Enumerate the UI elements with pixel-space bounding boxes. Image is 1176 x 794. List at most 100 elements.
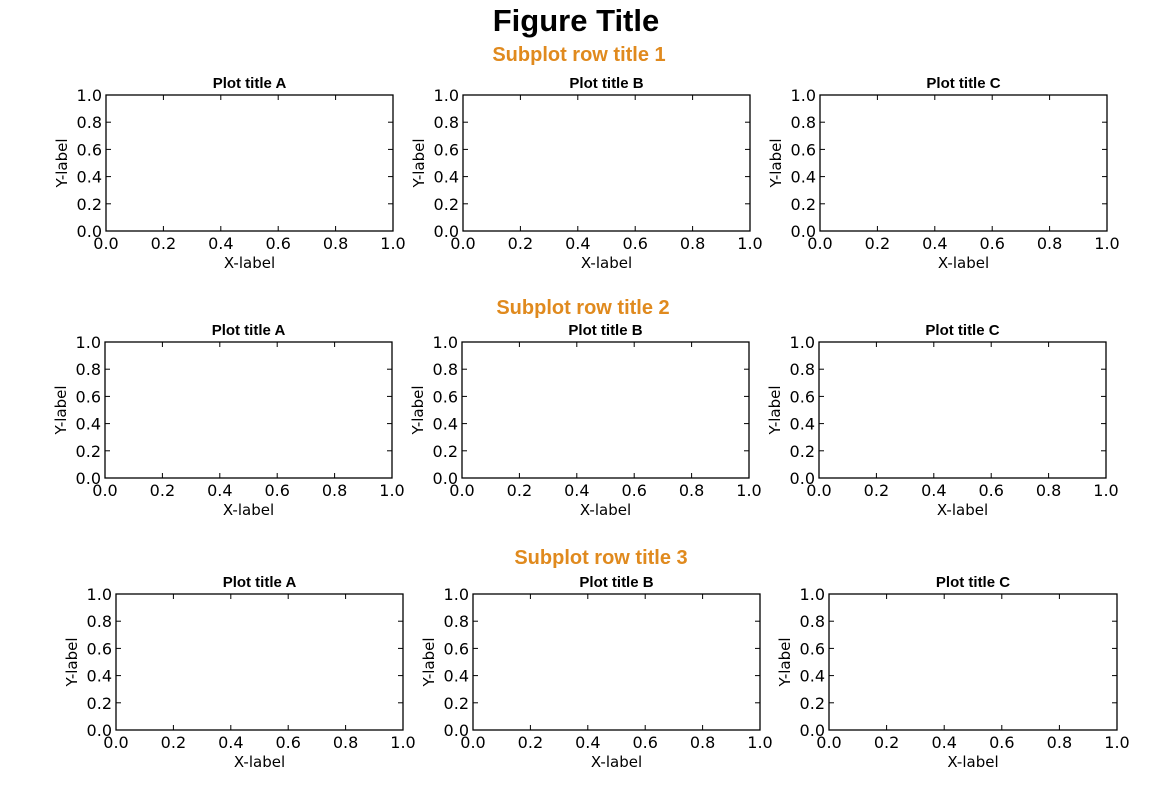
axes-frame [472, 593, 761, 731]
y-tick-label: 0.4 [77, 168, 102, 187]
x-tick-label: 1.0 [380, 234, 405, 253]
x-tick-label: 1.0 [1104, 733, 1129, 752]
y-tick-label: 1.0 [433, 333, 458, 352]
x-tick-label: 0.8 [1047, 733, 1072, 752]
x-axis-label: X-label [947, 753, 998, 771]
row-title-3: Subplot row title 3 [514, 547, 687, 569]
x-tick-label: 0.6 [264, 481, 289, 500]
x-tick-label: 1.0 [747, 733, 772, 752]
x-tick-label: 1.0 [737, 234, 762, 253]
x-tick-label: 0.4 [218, 733, 243, 752]
figure-title: Figure Title [493, 3, 660, 38]
y-tick-label: 0.0 [444, 721, 469, 740]
plot-title: Plot title C [936, 574, 1010, 591]
x-tick-label: 0.4 [921, 481, 946, 500]
x-tick-label: 0.8 [1036, 481, 1061, 500]
x-tick-label: 0.6 [275, 733, 300, 752]
y-tick-label: 0.6 [791, 140, 816, 159]
x-tick-label: 1.0 [1094, 234, 1119, 253]
y-tick-label: 0.2 [434, 195, 459, 214]
y-tick-label: 1.0 [87, 585, 112, 604]
x-tick-label: 1.0 [1093, 481, 1118, 500]
subplot-3-c: 0.0 0.2 0.4 0.6 0.8 1.00.00.20.40.60.81.0Plot… [776, 574, 1130, 771]
x-tick-label: 0.6 [978, 481, 1003, 500]
axes-frame [828, 593, 1118, 731]
x-tick-label: 0.4 [931, 733, 956, 752]
x-axis-label: X-label [223, 501, 274, 519]
x-tick-label: 0.2 [864, 481, 889, 500]
figure: Figure Title Subplot row title 1 Subplot … [52, 3, 1130, 771]
x-tick-label: 0.8 [322, 481, 347, 500]
x-tick-label: 0.6 [989, 733, 1014, 752]
y-tick-label: 0.4 [76, 415, 101, 434]
subplot-2-c: 0.0 0.2 0.4 0.6 0.8 1.00.00.20.40.60.81.0Plot… [766, 322, 1119, 519]
x-tick-label: 0.8 [679, 481, 704, 500]
y-tick-label: 0.4 [87, 667, 112, 686]
y-axis-label: Y-label [409, 385, 427, 435]
y-tick-label: 0.6 [87, 639, 112, 658]
y-tick-label: 0.0 [434, 222, 459, 241]
x-axis-label: X-label [591, 753, 642, 771]
y-axis-label: Y-label [776, 637, 794, 687]
x-tick-label: 0.8 [333, 733, 358, 752]
y-tick-label: 0.6 [800, 639, 825, 658]
x-tick-label: 0.2 [151, 234, 176, 253]
x-tick-label: 0.4 [922, 234, 947, 253]
x-tick-label: 0.8 [690, 733, 715, 752]
x-tick-label: 1.0 [736, 481, 761, 500]
y-tick-label: 0.6 [790, 387, 815, 406]
subplot-1-b: 0.0 0.2 0.4 0.6 0.8 1.00.00.20.40.60.81.0Plot… [410, 75, 763, 272]
y-tick-label: 0.2 [800, 694, 825, 713]
x-axis-label: X-label [234, 753, 285, 771]
y-tick-label: 0.0 [791, 222, 816, 241]
y-tick-label: 0.8 [87, 612, 112, 631]
y-tick-label: 0.0 [76, 469, 101, 488]
x-tick-label: 0.2 [518, 733, 543, 752]
y-axis-label: Y-label [766, 385, 784, 435]
y-axis-label: Y-label [410, 138, 428, 188]
plot-title: Plot title A [213, 75, 287, 92]
y-tick-label: 1.0 [444, 585, 469, 604]
axes-frame [462, 94, 751, 232]
x-tick-label: 0.2 [874, 733, 899, 752]
y-tick-label: 0.0 [433, 469, 458, 488]
row-title-1: Subplot row title 1 [492, 44, 665, 66]
y-tick-label: 0.6 [434, 140, 459, 159]
y-tick-label: 0.2 [87, 694, 112, 713]
y-tick-label: 1.0 [76, 333, 101, 352]
y-axis-label: Y-label [420, 637, 438, 687]
x-axis-label: X-label [581, 254, 632, 272]
x-axis-label: X-label [224, 254, 275, 272]
y-tick-label: 0.8 [800, 612, 825, 631]
x-tick-label: 0.6 [265, 234, 290, 253]
x-tick-label: 0.4 [207, 481, 232, 500]
x-tick-label: 0.2 [865, 234, 890, 253]
y-tick-label: 0.2 [77, 195, 102, 214]
y-tick-label: 1.0 [77, 86, 102, 105]
x-tick-label: 1.0 [390, 733, 415, 752]
y-tick-label: 1.0 [434, 86, 459, 105]
y-tick-label: 1.0 [800, 585, 825, 604]
subplot-2-b: 0.0 0.2 0.4 0.6 0.8 1.00.00.20.40.60.81.0Plot… [409, 322, 762, 519]
x-tick-label: 0.2 [507, 481, 532, 500]
axes-frame [819, 94, 1108, 232]
y-tick-label: 0.2 [790, 442, 815, 461]
plot-title: Plot title B [579, 574, 653, 591]
y-tick-label: 0.0 [77, 222, 102, 241]
y-tick-label: 0.4 [791, 168, 816, 187]
y-tick-label: 0.8 [77, 113, 102, 132]
y-tick-label: 0.4 [434, 168, 459, 187]
y-tick-label: 0.8 [790, 360, 815, 379]
plot-title: Plot title B [569, 75, 643, 92]
subplot-2-a: 0.0 0.2 0.4 0.6 0.8 1.00.00.20.40.60.81.0Plot… [52, 322, 405, 519]
y-tick-label: 0.8 [434, 113, 459, 132]
axes-frame [105, 94, 394, 232]
y-tick-label: 0.4 [800, 667, 825, 686]
y-tick-label: 0.0 [800, 721, 825, 740]
y-tick-label: 0.2 [76, 442, 101, 461]
y-tick-label: 0.4 [433, 415, 458, 434]
x-tick-label: 0.4 [208, 234, 233, 253]
y-axis-label: Y-label [63, 637, 81, 687]
row-title-2: Subplot row title 2 [496, 297, 669, 319]
x-tick-label: 0.4 [565, 234, 590, 253]
